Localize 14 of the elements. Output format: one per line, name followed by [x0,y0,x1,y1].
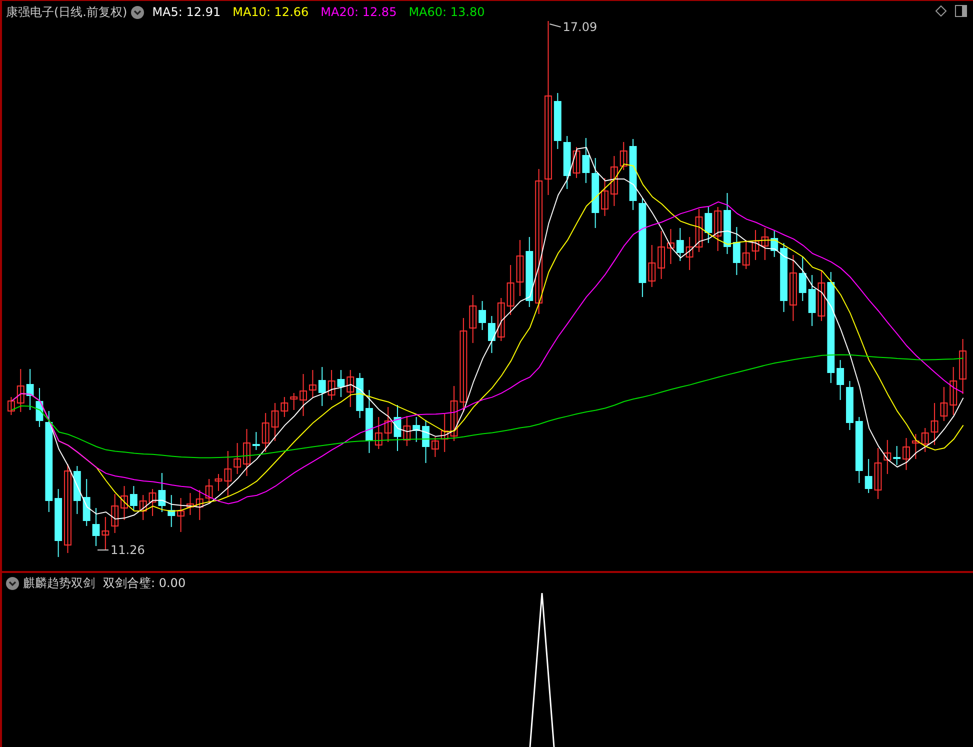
stock-title: 康强电子(日线.前复权) [6,4,128,21]
moving-average-legend: MA20: 12.85 [320,3,397,21]
price-low-label: 11.26 [110,543,145,557]
diamond-icon[interactable] [935,5,947,17]
moving-average-legend: MA5: 12.91 [152,3,221,21]
dropdown-icon[interactable] [131,6,144,18]
moving-average-legend: MA10: 12.66 [232,3,309,21]
dropdown-icon[interactable] [6,576,19,590]
price-high-label: 17.09 [562,20,598,34]
moving-average-legend: MA60: 13.80 [408,3,485,21]
indicator-value: 双剑合璧: 0.00 [103,575,186,592]
indicator-name: 麒麟趋势双剑 [23,575,95,592]
leader-line [549,24,562,28]
panel-toggle-icon[interactable] [955,5,967,17]
